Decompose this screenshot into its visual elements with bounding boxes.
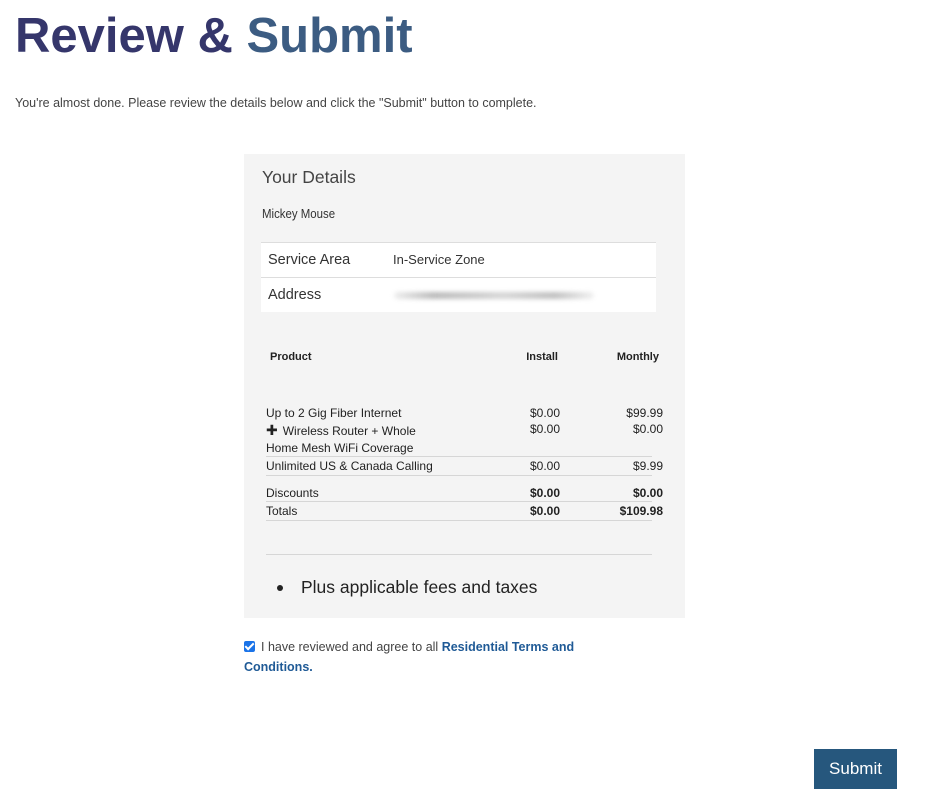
intro-text: You're almost done. Please review the de… bbox=[15, 96, 537, 110]
page-title-part1: Review & bbox=[15, 9, 233, 63]
plus-icon: ✚ bbox=[266, 422, 278, 438]
line-item-install: $0.00 bbox=[530, 422, 560, 436]
address-row: Address bbox=[261, 277, 656, 312]
totals-label: Totals bbox=[266, 504, 297, 518]
service-area-label: Service Area bbox=[268, 252, 350, 268]
discounts-install: $0.00 bbox=[530, 486, 560, 500]
row-divider bbox=[266, 520, 652, 521]
discounts-label: Discounts bbox=[266, 486, 319, 500]
totals-monthly: $109.98 bbox=[620, 504, 663, 518]
details-heading: Your Details bbox=[262, 167, 356, 188]
line-item-name: Unlimited US & Canada Calling bbox=[266, 459, 433, 473]
column-install: Install bbox=[526, 351, 558, 363]
details-card: Your Details Mickey Mouse Service Area I… bbox=[244, 154, 685, 618]
line-item-name-cont: Home Mesh WiFi Coverage bbox=[266, 441, 413, 455]
page-title-part2: Submit bbox=[247, 9, 413, 63]
discounts-monthly: $0.00 bbox=[633, 486, 663, 500]
fees-note: Plus applicable fees and taxes bbox=[301, 577, 537, 598]
agree-checkbox[interactable] bbox=[244, 641, 255, 652]
row-divider bbox=[266, 456, 652, 457]
customer-name: Mickey Mouse bbox=[262, 206, 335, 221]
line-item-monthly: $0.00 bbox=[633, 422, 663, 436]
line-item-name: Wireless Router + Whole bbox=[283, 424, 416, 438]
line-item-install: $0.00 bbox=[530, 459, 560, 473]
row-divider bbox=[266, 501, 652, 502]
address-redacted bbox=[394, 292, 594, 299]
row-divider bbox=[266, 475, 652, 476]
agree-text: I have reviewed and agree to all bbox=[261, 640, 438, 654]
line-item-monthly: $9.99 bbox=[633, 459, 663, 473]
bullet-icon bbox=[277, 585, 283, 591]
submit-button[interactable]: Submit bbox=[814, 749, 897, 789]
column-monthly: Monthly bbox=[617, 351, 659, 363]
page-title: Review & Submit bbox=[15, 8, 413, 64]
details-table: Service Area In-Service Zone Address bbox=[261, 242, 656, 312]
totals-install: $0.00 bbox=[530, 504, 560, 518]
review-submit-page: Review & Submit You're almost done. Plea… bbox=[0, 0, 930, 800]
line-item-name: Up to 2 Gig Fiber Internet bbox=[266, 406, 401, 420]
service-area-row: Service Area In-Service Zone bbox=[261, 242, 656, 277]
section-divider bbox=[266, 554, 652, 555]
address-label: Address bbox=[268, 287, 321, 303]
service-area-value: In-Service Zone bbox=[393, 252, 485, 267]
column-product: Product bbox=[270, 351, 312, 363]
line-item-install: $0.00 bbox=[530, 406, 560, 420]
agreement: I have reviewed and agree to all Residen… bbox=[244, 637, 644, 677]
line-item-monthly: $99.99 bbox=[626, 406, 663, 420]
